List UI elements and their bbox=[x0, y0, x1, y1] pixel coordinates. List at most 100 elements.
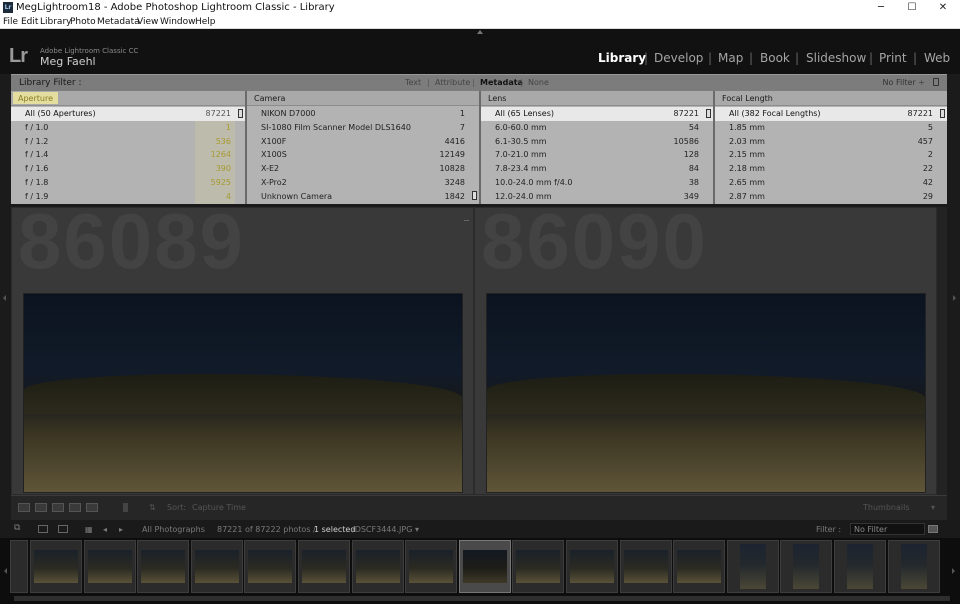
grid-icon[interactable]: ▦ bbox=[85, 525, 93, 534]
column-header[interactable]: Focal Length bbox=[715, 91, 947, 106]
list-item[interactable]: All (65 Lenses) 87221 bbox=[481, 107, 713, 121]
lock-icon[interactable] bbox=[933, 78, 939, 86]
filter-tab-metadata[interactable]: Metadata bbox=[480, 78, 523, 87]
list-item[interactable]: X-E2 10828 bbox=[247, 162, 479, 176]
filmstrip-thumbnail[interactable] bbox=[30, 540, 82, 593]
filmstrip-thumbnail[interactable] bbox=[834, 540, 886, 593]
sort-dropdown[interactable]: Capture Time bbox=[192, 503, 246, 512]
scrollbar-knob[interactable] bbox=[14, 596, 950, 601]
filter-dropdown[interactable]: No Filter bbox=[850, 523, 925, 535]
grid-toggle-icon[interactable] bbox=[38, 525, 48, 533]
list-item[interactable]: 10.0-24.0 mm f/4.0 38 bbox=[481, 176, 713, 190]
toolbar-menu-icon[interactable]: ▾ bbox=[931, 503, 935, 512]
camera-header[interactable]: Camera bbox=[254, 94, 285, 103]
list-item[interactable]: 2.15 mm 2 bbox=[715, 148, 947, 162]
module-map[interactable]: Map bbox=[718, 51, 743, 65]
aperture-header[interactable]: Aperture bbox=[13, 92, 59, 104]
column-header[interactable]: Camera bbox=[247, 91, 479, 106]
filmstrip-thumbnail[interactable] bbox=[405, 540, 458, 593]
filmstrip-right-arrow-icon[interactable] bbox=[952, 568, 955, 574]
list-item[interactable]: X-Pro2 3248 bbox=[247, 176, 479, 190]
list-item[interactable]: SI-1080 Film Scanner Model DLS1640 7 bbox=[247, 121, 479, 135]
module-develop[interactable]: Develop bbox=[654, 51, 703, 65]
scrollbar-handle[interactable] bbox=[472, 191, 477, 200]
list-item[interactable]: 7.8-23.4 mm 84 bbox=[481, 162, 713, 176]
module-print[interactable]: Print bbox=[879, 51, 907, 65]
secondary-window-icon[interactable] bbox=[58, 525, 68, 533]
filmstrip-thumbnail[interactable] bbox=[458, 540, 511, 593]
maximize-button[interactable]: ☐ bbox=[897, 1, 927, 15]
list-item[interactable]: 2.18 mm 22 bbox=[715, 162, 947, 176]
scrollbar-handle[interactable] bbox=[706, 109, 711, 118]
list-item[interactable]: 2.87 mm 29 bbox=[715, 190, 947, 204]
grid-scrollbar[interactable] bbox=[937, 207, 947, 495]
top-panel-toggle-icon[interactable] bbox=[477, 30, 483, 34]
filmstrip-thumbnail[interactable] bbox=[137, 540, 190, 593]
list-item[interactable]: f / 1.4 1264 bbox=[11, 148, 245, 162]
spray-can-icon[interactable] bbox=[123, 503, 128, 512]
sort-direction-icon[interactable]: ⇅ bbox=[149, 503, 156, 512]
filmstrip-thumbnail[interactable] bbox=[512, 540, 565, 593]
filmstrip-thumbnail[interactable] bbox=[190, 540, 243, 593]
filmstrip-thumbnail[interactable] bbox=[298, 540, 350, 593]
list-item[interactable]: 2.03 mm 457 bbox=[715, 135, 947, 149]
photo-thumbnail[interactable] bbox=[23, 293, 463, 493]
filter-tab-text[interactable]: Text bbox=[405, 78, 421, 87]
menu-library[interactable]: Library bbox=[40, 17, 71, 27]
secondary-display-icon[interactable]: ⧉ bbox=[14, 523, 24, 533]
column-header[interactable]: Lens bbox=[481, 91, 713, 106]
list-item[interactable]: NIKON D7000 1 bbox=[247, 107, 479, 121]
list-item[interactable]: 1.85 mm 5 bbox=[715, 121, 947, 135]
module-library[interactable]: Library bbox=[598, 51, 646, 65]
menu-help[interactable]: Help bbox=[195, 17, 216, 27]
module-slideshow[interactable]: Slideshow bbox=[806, 51, 866, 65]
list-item[interactable]: X100S 12149 bbox=[247, 148, 479, 162]
minimize-button[interactable]: ─ bbox=[866, 1, 896, 15]
filmstrip-thumbnail[interactable] bbox=[351, 540, 404, 593]
list-item[interactable]: f / 1.2 536 bbox=[11, 135, 245, 149]
selected-file-name[interactable]: /DSCF3444.JPG ▾ bbox=[352, 525, 419, 534]
filter-switch-icon[interactable] bbox=[928, 525, 938, 533]
right-panel-toggle-icon[interactable] bbox=[953, 295, 956, 301]
list-item[interactable]: 6.0-60.0 mm 54 bbox=[481, 121, 713, 135]
focal-length-header[interactable]: Focal Length bbox=[722, 94, 773, 103]
scrollbar-handle[interactable] bbox=[940, 109, 945, 118]
close-button[interactable]: ✕ bbox=[928, 1, 958, 15]
source-name[interactable]: All Photographs bbox=[142, 525, 205, 534]
survey-view-icon[interactable] bbox=[69, 503, 81, 512]
scrollbar-handle[interactable] bbox=[238, 109, 243, 118]
filter-tab-none[interactable]: None bbox=[528, 78, 549, 87]
list-item[interactable]: f / 1.0 1 bbox=[11, 121, 245, 135]
compare-view-icon[interactable] bbox=[52, 503, 64, 512]
loupe-view-icon[interactable] bbox=[35, 503, 47, 512]
lens-header[interactable]: Lens bbox=[488, 94, 506, 103]
menu-photo[interactable]: Photo bbox=[70, 17, 96, 27]
filmstrip-thumbnail[interactable] bbox=[726, 540, 779, 593]
forward-arrow-icon[interactable]: ▸ bbox=[119, 525, 123, 534]
people-view-icon[interactable] bbox=[86, 503, 98, 512]
menu-edit[interactable]: Edit bbox=[21, 17, 38, 27]
list-item[interactable]: 6.1-30.5 mm 10586 bbox=[481, 135, 713, 149]
grid-view-icon[interactable] bbox=[18, 503, 30, 512]
menu-file[interactable]: File bbox=[3, 17, 18, 27]
left-panel-toggle-icon[interactable] bbox=[3, 295, 6, 301]
column-header[interactable]: Aperture bbox=[11, 91, 245, 106]
filter-tab-attribute[interactable]: Attribute bbox=[435, 78, 470, 87]
list-item[interactable]: All (50 Apertures) 87221 bbox=[11, 107, 245, 121]
grid-cell[interactable]: 86089 bbox=[11, 197, 474, 495]
filmstrip-left-arrow-icon[interactable] bbox=[4, 568, 7, 574]
list-item[interactable]: X100F 4416 bbox=[247, 135, 479, 149]
menu-window[interactable]: Window bbox=[160, 17, 196, 27]
photo-thumbnail[interactable] bbox=[486, 293, 926, 493]
list-item[interactable]: 7.0-21.0 mm 128 bbox=[481, 148, 713, 162]
module-book[interactable]: Book bbox=[760, 51, 790, 65]
list-item[interactable]: f / 1.6 390 bbox=[11, 162, 245, 176]
back-arrow-icon[interactable]: ◂ bbox=[103, 525, 107, 534]
list-item[interactable]: f / 1.8 5925 bbox=[11, 176, 245, 190]
filmstrip-thumbnail[interactable] bbox=[673, 540, 726, 593]
filter-preset-dropdown[interactable]: No Filter ÷ bbox=[883, 78, 925, 87]
menu-view[interactable]: View bbox=[137, 17, 158, 27]
filmstrip-thumbnail[interactable] bbox=[83, 540, 136, 593]
filmstrip-thumbnail[interactable] bbox=[780, 540, 833, 593]
menu-metadata[interactable]: Metadata bbox=[97, 17, 140, 27]
